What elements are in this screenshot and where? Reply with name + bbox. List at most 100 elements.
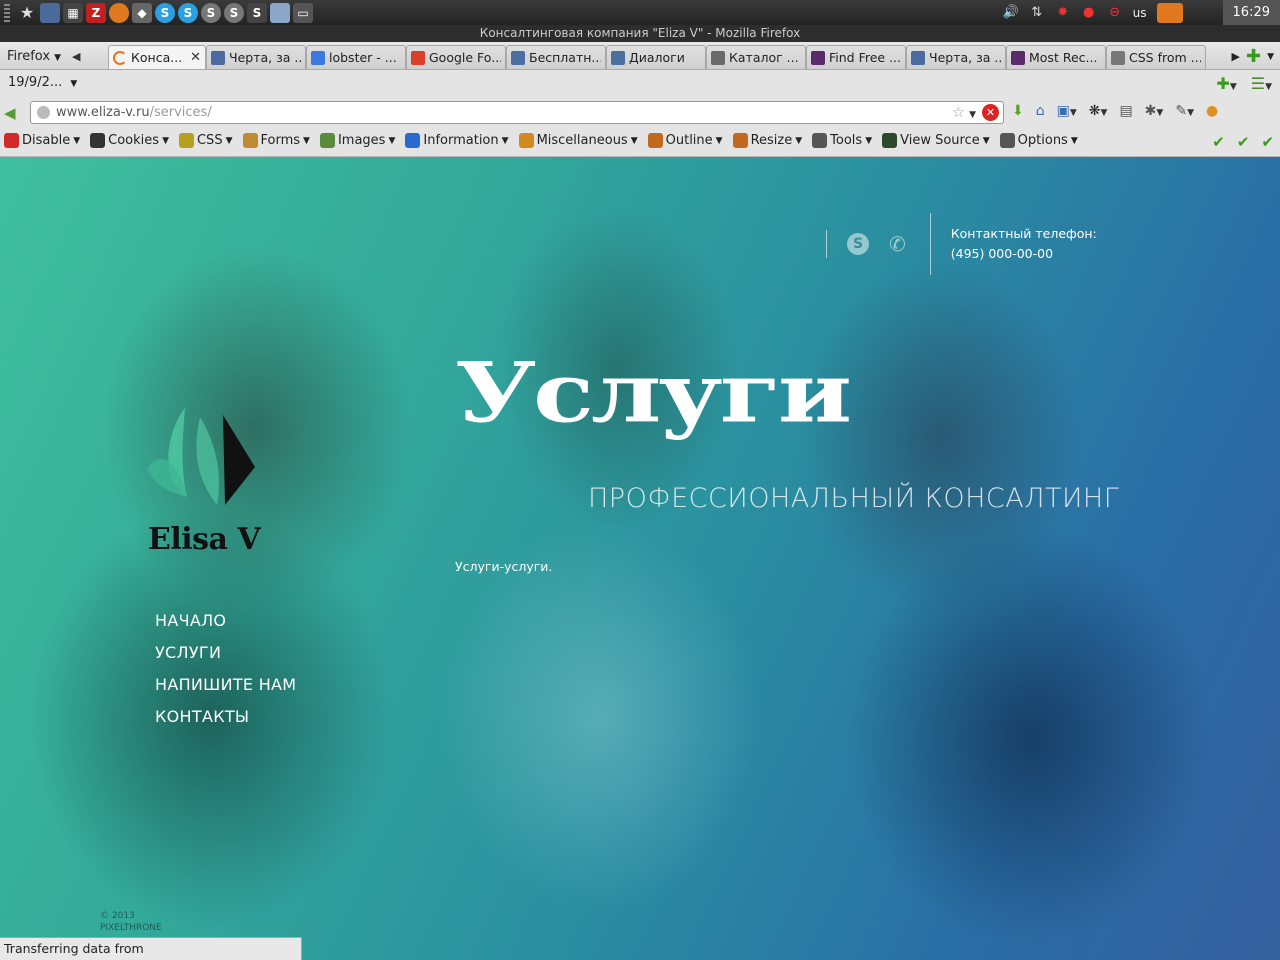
devbar-label: Disable — [22, 133, 71, 148]
skype-icon[interactable]: S — [178, 2, 198, 23]
devbar-options-menu[interactable]: Options ▼ — [999, 133, 1078, 148]
tab-scroll-left-icon[interactable]: ◀ — [72, 46, 80, 68]
terminal-icon[interactable]: ▦ — [63, 2, 83, 23]
devbar-information-menu[interactable]: Information ▼ — [405, 133, 509, 148]
tab-label: Find Free ... — [829, 50, 901, 65]
devbar-resize-menu[interactable]: Resize ▼ — [732, 133, 803, 148]
panel-grip[interactable] — [4, 3, 10, 22]
devbar-forms-menu[interactable]: Forms ▼ — [242, 133, 310, 148]
close-icon[interactable]: ✕ — [188, 50, 201, 65]
chevron-down-icon: ▼ — [73, 135, 81, 146]
bookmarks-icon[interactable]: ▣▼ — [1057, 103, 1077, 119]
skype-icon[interactable]: S — [847, 233, 869, 255]
check-icon[interactable]: ✔ — [1261, 133, 1274, 151]
tab-scroll-right-icon[interactable]: ▶ — [1232, 50, 1240, 63]
devbar-outline-menu[interactable]: Outline ▼ — [647, 133, 723, 148]
stop-icon[interactable]: ✕ — [982, 104, 999, 121]
tab-7[interactable]: Find Free ... — [806, 45, 906, 69]
user-icon[interactable]: ● — [1206, 103, 1218, 119]
s-app-icon[interactable]: S — [224, 2, 244, 23]
devbar-css-menu[interactable]: CSS ▼ — [178, 133, 233, 148]
alert-icon[interactable]: ✸ — [1055, 5, 1071, 21]
catalog-icon — [711, 50, 725, 65]
launcher-group: ★ ▦ Z ◆ S S S S S ▭ — [0, 0, 313, 25]
dafont-icon — [811, 50, 825, 65]
tab-strip: Конса... ✕ Черта, за ... lobster - ... Googl… — [108, 45, 1206, 69]
devbar-view-source-menu[interactable]: View Source ▼ — [882, 133, 990, 148]
devbar-tools-menu[interactable]: Tools ▼ — [812, 133, 872, 148]
vk-icon — [611, 50, 625, 65]
tab-list-icon[interactable]: ▼ — [1267, 52, 1274, 62]
devbar-miscellaneous-menu[interactable]: Miscellaneous ▼ — [518, 133, 638, 148]
web-developer-toolbar: Disable ▼ Cookies ▼ CSS ▼ Forms ▼ Images ▼ Informa… — [0, 128, 1280, 157]
url-bar[interactable]: www.eliza-v.ru/services/ ☆ ▼ ✕ — [30, 101, 1004, 124]
app-icon[interactable]: ◆ — [132, 2, 152, 23]
chevron-down-icon: ▼ — [303, 135, 310, 146]
firefox-tray-icon[interactable] — [1156, 2, 1183, 23]
addon-icon[interactable]: ❋▼ — [1089, 103, 1108, 119]
tab-0[interactable]: Конса... ✕ — [108, 45, 206, 69]
firefox-menu-button[interactable]: Firefox ▼ — [3, 46, 65, 68]
logo-text[interactable]: Elisa V — [148, 522, 261, 557]
nav-item-write-us[interactable]: НАПИШИТЕ НАМ — [155, 673, 296, 705]
date-selector[interactable]: 19/9/2... ▼ — [8, 75, 77, 90]
phone-icon[interactable]: ✆ — [889, 232, 906, 256]
user-icon — [911, 50, 925, 65]
chevron-down-icon: ▼ — [795, 135, 803, 146]
feed-icon[interactable]: ☰▼ — [1251, 74, 1272, 93]
cherry-icon[interactable]: ● — [1081, 5, 1097, 21]
tab-10[interactable]: CSS from ... — [1106, 45, 1206, 69]
dafont-icon — [1011, 50, 1025, 65]
devbar-cookies-menu[interactable]: Cookies ▼ — [90, 133, 169, 148]
home-icon[interactable]: ⌂ — [1036, 103, 1045, 119]
star-icon[interactable]: ★ — [17, 3, 37, 23]
folder-icon[interactable] — [270, 2, 290, 23]
back-arrow-icon[interactable]: ◀ — [4, 104, 16, 122]
sublime-icon[interactable]: S — [247, 2, 267, 23]
phone-number[interactable]: (495) 000-00-00 — [951, 244, 1097, 264]
google-icon — [311, 50, 325, 65]
bookmark-star-icon[interactable]: ☆ ▼ — [952, 105, 976, 121]
logo-leaf-icon[interactable] — [145, 397, 260, 512]
check-icon[interactable]: ✔ — [1212, 133, 1225, 151]
tab-3[interactable]: Google Fo... — [406, 45, 506, 69]
tab-9[interactable]: Most Rec... — [1006, 45, 1106, 69]
disable-icon — [4, 133, 19, 148]
filezilla-icon[interactable]: Z — [86, 2, 106, 23]
s-app-icon[interactable]: S — [201, 2, 221, 23]
keyboard-layout[interactable]: us — [1133, 6, 1147, 20]
tools-icon — [812, 133, 828, 148]
devbar-disable-menu[interactable]: Disable ▼ — [4, 133, 80, 148]
tab-2[interactable]: lobster - ... — [306, 45, 406, 69]
firefox-icon[interactable] — [109, 2, 129, 23]
eyedropper-icon[interactable]: ✎▼ — [1175, 103, 1194, 119]
clock[interactable]: 16:29 — [1222, 0, 1280, 25]
nav-item-home[interactable]: НАЧАЛО — [155, 609, 296, 641]
system-panel: ★ ▦ Z ◆ S S S S S ▭ 🔊 ⇅ ✸ ● ⊖ us 16:29 — [0, 0, 1280, 25]
firebug-icon[interactable]: ✱▼ — [1145, 103, 1164, 119]
chevron-down-icon: ▼ — [982, 135, 990, 146]
window-icon[interactable]: ▭ — [293, 2, 313, 23]
check-icon[interactable]: ✔ — [1237, 133, 1250, 151]
desktop-icon[interactable] — [40, 2, 60, 23]
download-icon[interactable]: ⬇ — [1012, 103, 1024, 119]
tab-label: Most Rec... — [1029, 50, 1098, 65]
tab-8[interactable]: Черта, за ... — [906, 45, 1006, 69]
nav-item-contacts[interactable]: КОНТАКТЫ — [155, 705, 296, 737]
add-bookmark-icon[interactable]: ✚▼ — [1216, 74, 1236, 93]
tab-1[interactable]: Черта, за ... — [206, 45, 306, 69]
nav-item-services[interactable]: УСЛУГИ — [155, 641, 296, 673]
tab-4[interactable]: Бесплатн... — [506, 45, 606, 69]
volume-icon[interactable]: 🔊 — [1003, 5, 1019, 21]
devbar-images-menu[interactable]: Images ▼ — [319, 133, 395, 148]
screenshot-icon[interactable]: ▤ — [1119, 103, 1132, 119]
skype-icon[interactable]: S — [155, 2, 175, 23]
new-tab-icon[interactable]: ✚ — [1246, 46, 1261, 67]
tab-5[interactable]: Диалоги — [606, 45, 706, 69]
block-icon[interactable]: ⊖ — [1107, 5, 1123, 21]
devbar-label: Cookies — [108, 133, 160, 148]
tab-6[interactable]: Каталог ... — [706, 45, 806, 69]
validation-status: ✔ ✔ ✔ — [1212, 133, 1274, 151]
network-icon[interactable]: ⇅ — [1029, 5, 1045, 21]
chevron-down-icon: ▼ — [1070, 135, 1078, 146]
